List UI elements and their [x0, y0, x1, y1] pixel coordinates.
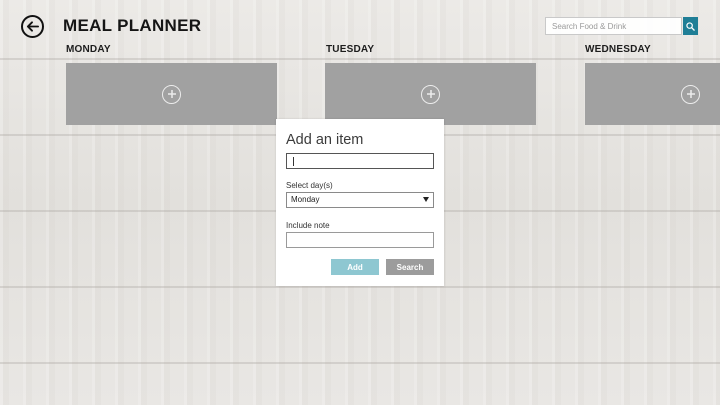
day-tile-wednesday[interactable] — [585, 63, 720, 125]
select-days-label: Select day(s) — [286, 181, 333, 190]
add-item-dialog: Add an item Select day(s) Monday Include… — [276, 119, 444, 286]
dropdown-arrow-icon — [423, 197, 429, 202]
day-label-monday: MONDAY — [66, 44, 111, 55]
page-title: MEAL PLANNER — [63, 16, 202, 35]
selected-day-value: Monday — [291, 195, 320, 204]
note-input[interactable] — [286, 232, 434, 248]
add-button[interactable]: Add — [331, 259, 379, 275]
plus-circle-icon — [681, 84, 700, 104]
day-select-dropdown[interactable]: Monday — [286, 192, 434, 208]
include-note-label: Include note — [286, 221, 330, 230]
item-name-input[interactable] — [286, 153, 434, 169]
search-icon — [686, 21, 695, 31]
text-caret — [293, 157, 294, 166]
back-button[interactable] — [21, 15, 44, 38]
dialog-search-button[interactable]: Search — [386, 259, 434, 275]
back-arrow-icon — [26, 21, 39, 32]
search-button[interactable] — [683, 17, 698, 35]
plus-circle-icon — [421, 84, 440, 104]
day-tile-tuesday[interactable] — [325, 63, 536, 125]
day-tile-monday[interactable] — [66, 63, 277, 125]
dialog-title: Add an item — [286, 132, 364, 148]
search-input[interactable] — [545, 17, 682, 35]
day-label-tuesday: TUESDAY — [326, 44, 375, 55]
plus-circle-icon — [162, 84, 181, 104]
day-label-wednesday: WEDNESDAY — [585, 44, 651, 55]
